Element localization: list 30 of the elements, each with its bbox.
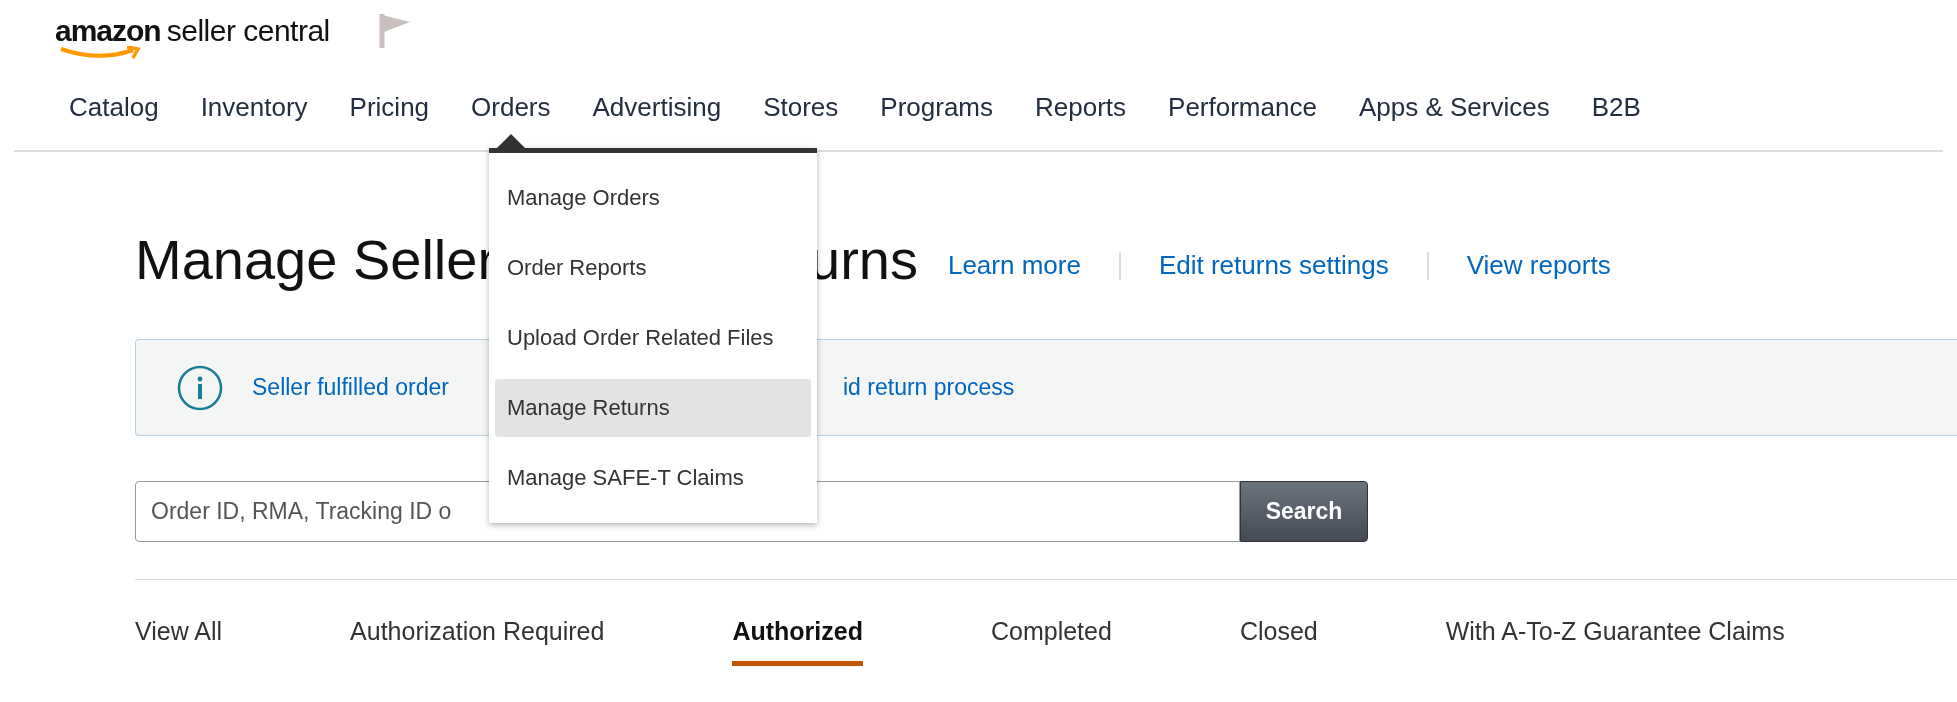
logo-brand: amazon xyxy=(55,16,161,46)
nav-tab[interactable]: Orders xyxy=(471,92,551,148)
filter-tab[interactable]: Authorized xyxy=(732,613,863,666)
nav-tab[interactable]: B2B xyxy=(1591,92,1641,148)
menu-item[interactable]: Manage Returns xyxy=(495,379,811,437)
header-link[interactable]: Learn more xyxy=(947,246,1081,285)
nav-tab[interactable]: Performance xyxy=(1168,92,1317,148)
filter-tab[interactable]: Authorization Required xyxy=(350,613,605,666)
nav-tab[interactable]: Stores xyxy=(763,92,839,148)
logo-product: seller central xyxy=(166,16,330,46)
nav-tab[interactable]: Reports xyxy=(1035,92,1127,148)
filter-tab[interactable]: Completed xyxy=(990,613,1112,666)
filter-tab[interactable]: With A-To-Z Guarantee Claims xyxy=(1445,613,1785,666)
smile-icon xyxy=(59,46,143,60)
banner-link[interactable]: id return process xyxy=(843,370,1015,405)
nav-tab[interactable]: Catalog xyxy=(69,92,159,148)
banner-link[interactable]: Seller fulfilled order xyxy=(252,370,485,405)
search-button[interactable]: Search xyxy=(1240,481,1368,542)
nav-tab[interactable]: Advertising xyxy=(592,92,722,148)
filter-tab[interactable]: View All xyxy=(135,613,223,666)
nav-tab[interactable]: Programs xyxy=(880,92,993,148)
nav-tab[interactable]: Inventory xyxy=(200,92,308,148)
nav-tab[interactable]: Apps & Services xyxy=(1358,92,1550,148)
header-link[interactable]: Edit returns settings xyxy=(1158,246,1389,285)
header-link[interactable]: View reports xyxy=(1466,246,1611,285)
page-title: Manage Seller xyxy=(135,226,493,293)
flag-icon[interactable] xyxy=(377,12,412,50)
info-icon xyxy=(176,363,224,412)
nav-tab[interactable]: Pricing xyxy=(349,92,430,148)
filter-tab[interactable]: Closed xyxy=(1239,613,1318,666)
